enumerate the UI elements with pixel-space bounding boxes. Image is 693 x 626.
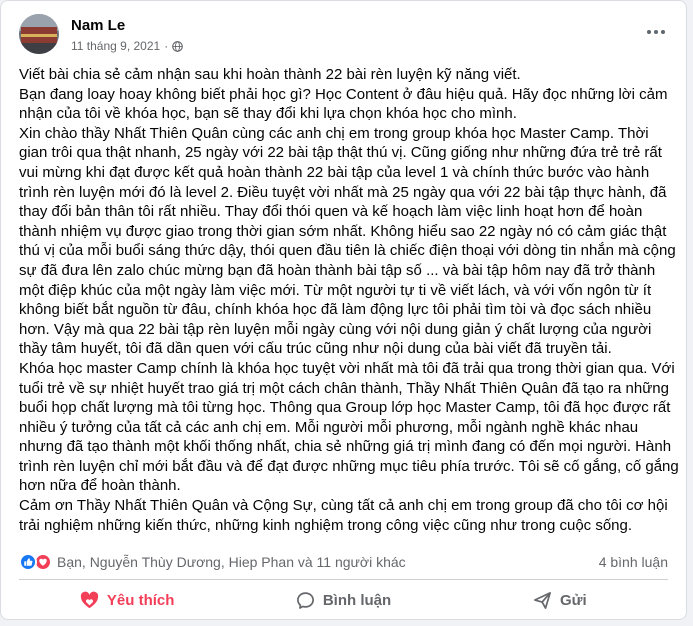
- post-paragraph: Khóa học master Camp chính là khóa học t…: [19, 359, 679, 495]
- reactions-summary: Bạn, Nguyễn Thùy Dương, Hiep Phan và 11 …: [19, 551, 668, 573]
- reaction-names[interactable]: Bạn, Nguyễn Thùy Dương, Hiep Phan và 11 …: [57, 554, 406, 570]
- share-button[interactable]: Gửi: [452, 583, 668, 617]
- post-header: Nam Le 11 tháng 9, 2021 ·: [19, 14, 668, 58]
- comment-button[interactable]: Bình luận: [235, 583, 451, 617]
- post-card: Nam Le 11 tháng 9, 2021 · Viết bài chia …: [0, 0, 687, 620]
- comment-label: Bình luận: [322, 591, 392, 609]
- post-paragraph: Bạn đang loay hoay không biết phải học g…: [19, 85, 668, 123]
- divider: [19, 579, 668, 580]
- post-meta: 11 tháng 9, 2021 ·: [71, 39, 184, 53]
- post-actions: Yêu thích Bình luận Gửi: [19, 583, 668, 617]
- share-icon: [534, 591, 551, 609]
- heart-icon: [80, 591, 99, 609]
- comment-count[interactable]: 4 bình luận: [599, 554, 668, 570]
- post-text: Viết bài chia sẻ cảm nhận sau khi hoàn t…: [19, 65, 679, 535]
- author-name[interactable]: Nam Le: [71, 17, 125, 34]
- like-button[interactable]: Yêu thích: [19, 583, 235, 617]
- share-label: Gửi: [559, 591, 587, 609]
- post-date[interactable]: 11 tháng 9, 2021: [71, 39, 160, 53]
- more-icon[interactable]: [642, 22, 670, 42]
- post-paragraph: Xin chào thầy Nhất Thiên Quân cùng các a…: [19, 124, 676, 358]
- post-paragraph: Viết bài chia sẻ cảm nhận sau khi hoàn t…: [19, 66, 521, 83]
- like-label: Yêu thích: [106, 591, 175, 609]
- meta-separator: ·: [164, 39, 169, 53]
- comment-icon: [296, 591, 314, 609]
- post-paragraph: Cảm ơn Thầy Nhất Thiên Quân và Cộng Sự, …: [19, 497, 668, 534]
- like-reaction-icon: [19, 553, 37, 571]
- reaction-summary[interactable]: Bạn, Nguyễn Thùy Dương, Hiep Phan và 11 …: [19, 553, 406, 571]
- globe-icon[interactable]: [172, 40, 184, 52]
- avatar[interactable]: [19, 14, 59, 54]
